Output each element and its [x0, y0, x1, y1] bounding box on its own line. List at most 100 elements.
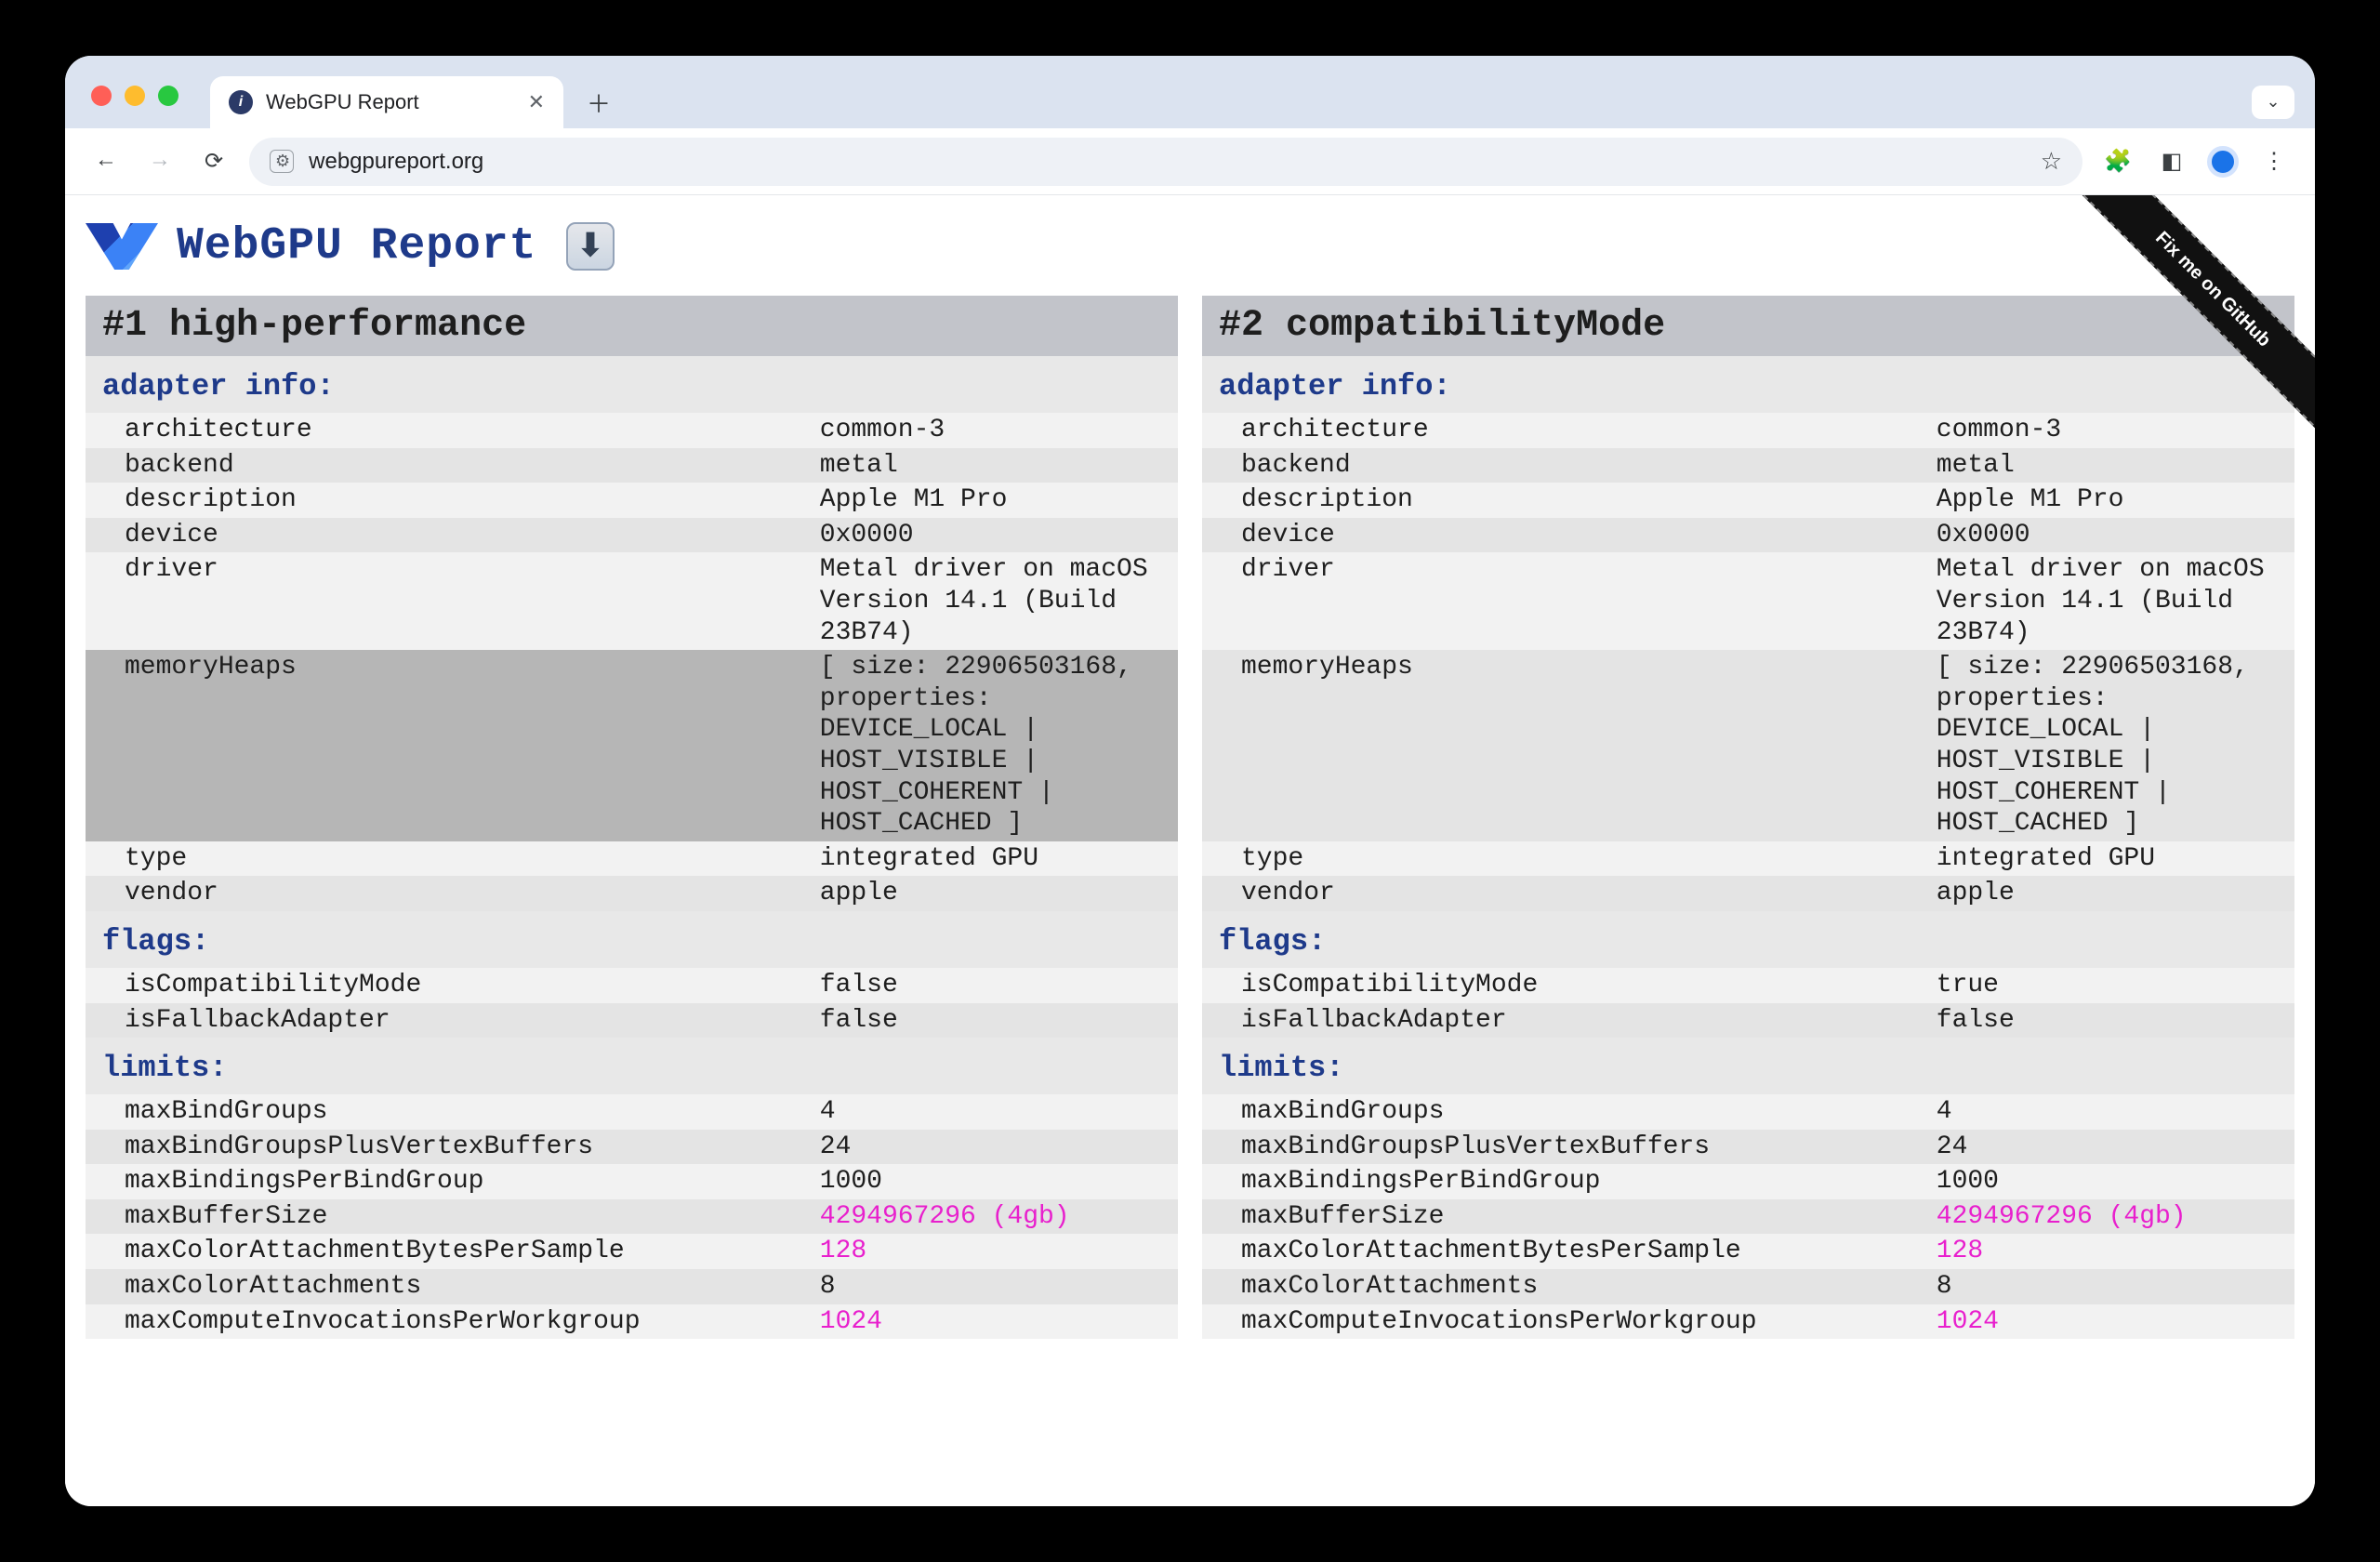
table-row: architecturecommon-3 — [1202, 413, 2294, 448]
section-heading: flags: — [86, 911, 1178, 968]
row-key: memoryHeaps — [125, 652, 820, 840]
section-heading: limits: — [1202, 1038, 2294, 1094]
table-row: maxBufferSize4294967296 (4gb) — [86, 1199, 1178, 1235]
row-value: [ size: 22906503168, properties: DEVICE_… — [1937, 652, 2294, 840]
table-row: driverMetal driver on macOS Version 14.1… — [1202, 552, 2294, 650]
row-value: metal — [820, 450, 1178, 482]
download-button[interactable]: ⬇ — [566, 222, 615, 271]
favicon-icon: i — [229, 90, 253, 114]
forward-button[interactable]: → — [141, 143, 178, 180]
table-row: typeintegrated GPU — [86, 841, 1178, 877]
reload-button[interactable]: ⟳ — [195, 143, 232, 180]
tab-overflow-button[interactable]: ⌄ — [2252, 86, 2294, 119]
row-value: 0x0000 — [820, 520, 1178, 551]
row-value: [ size: 22906503168, properties: DEVICE_… — [820, 652, 1178, 840]
row-value: 128 — [1937, 1236, 2294, 1267]
row-key: maxColorAttachments — [1241, 1271, 1937, 1303]
tab-title: WebGPU Report — [266, 90, 419, 114]
table-row: maxBufferSize4294967296 (4gb) — [1202, 1199, 2294, 1235]
row-key: maxColorAttachments — [125, 1271, 820, 1303]
row-value: false — [820, 970, 1178, 1001]
row-key: isCompatibilityMode — [125, 970, 820, 1001]
table-row: memoryHeaps[ size: 22906503168, properti… — [86, 650, 1178, 841]
table-row: maxBindGroupsPlusVertexBuffers24 — [86, 1130, 1178, 1165]
new-tab-button[interactable]: ＋ — [578, 82, 619, 123]
row-key: device — [1241, 520, 1937, 551]
address-bar[interactable]: ⚙ webgpureport.org ☆ — [249, 138, 2082, 186]
bookmark-icon[interactable]: ☆ — [2041, 147, 2062, 176]
table-row: isFallbackAdapterfalse — [1202, 1003, 2294, 1039]
page-title: WebGPU Report ⬇ — [86, 221, 2294, 271]
table-row: maxBindGroupsPlusVertexBuffers24 — [1202, 1130, 2294, 1165]
row-value: 1000 — [820, 1166, 1178, 1198]
row-value: true — [1937, 970, 2294, 1001]
table-row: maxBindingsPerBindGroup1000 — [86, 1164, 1178, 1199]
side-panel-icon[interactable]: ◧ — [2153, 143, 2190, 180]
window-controls — [91, 86, 178, 106]
row-value: common-3 — [820, 415, 1178, 446]
row-key: maxBindingsPerBindGroup — [125, 1166, 820, 1198]
table-row: driverMetal driver on macOS Version 14.1… — [86, 552, 1178, 650]
table-row: maxBindingsPerBindGroup1000 — [1202, 1164, 2294, 1199]
row-value: 24 — [1937, 1132, 2294, 1163]
row-value: 8 — [820, 1271, 1178, 1303]
close-tab-button[interactable]: ✕ — [528, 90, 545, 114]
row-key: isCompatibilityMode — [1241, 970, 1937, 1001]
close-window-button[interactable] — [91, 86, 112, 106]
row-key: maxBindGroupsPlusVertexBuffers — [1241, 1132, 1937, 1163]
row-key: type — [1241, 843, 1937, 875]
row-key: maxBufferSize — [125, 1201, 820, 1233]
row-key: architecture — [125, 415, 820, 446]
row-key: architecture — [1241, 415, 1937, 446]
row-key: description — [1241, 484, 1937, 516]
table-row: vendorapple — [86, 876, 1178, 911]
row-key: maxBindGroups — [1241, 1096, 1937, 1128]
row-key: backend — [1241, 450, 1937, 482]
adapter-column: #1 high-performanceadapter info:architec… — [86, 296, 1178, 1339]
table-row: device0x0000 — [86, 518, 1178, 553]
table-row: maxBindGroups4 — [86, 1094, 1178, 1130]
section-heading: limits: — [86, 1038, 1178, 1094]
table-row: vendorapple — [1202, 876, 2294, 911]
row-value: apple — [1937, 878, 2294, 909]
row-value: metal — [1937, 450, 2294, 482]
table-row: device0x0000 — [1202, 518, 2294, 553]
table-row: maxColorAttachmentBytesPerSample128 — [86, 1234, 1178, 1269]
table-row: backendmetal — [1202, 448, 2294, 483]
extensions-icon[interactable]: 🧩 — [2099, 143, 2136, 180]
table-row: maxColorAttachmentBytesPerSample128 — [1202, 1234, 2294, 1269]
row-value: 0x0000 — [1937, 520, 2294, 551]
site-settings-icon[interactable]: ⚙ — [270, 150, 294, 173]
table-row: maxColorAttachments8 — [1202, 1269, 2294, 1304]
row-value: 4 — [1937, 1096, 2294, 1128]
row-value: 1000 — [1937, 1166, 2294, 1198]
row-key: maxComputeInvocationsPerWorkgroup — [125, 1306, 820, 1338]
row-key: maxBindGroupsPlusVertexBuffers — [125, 1132, 820, 1163]
row-value: false — [1937, 1005, 2294, 1037]
back-button[interactable]: ← — [87, 143, 125, 180]
table-row: backendmetal — [86, 448, 1178, 483]
row-value: 4294967296 (4gb) — [1937, 1201, 2294, 1233]
row-value: 1024 — [1937, 1306, 2294, 1338]
table-row: maxComputeInvocationsPerWorkgroup1024 — [1202, 1304, 2294, 1340]
tab-strip: i WebGPU Report ✕ ＋ ⌄ — [65, 56, 2315, 128]
row-value: 1024 — [820, 1306, 1178, 1338]
row-value: Apple M1 Pro — [1937, 484, 2294, 516]
download-icon: ⬇ — [577, 227, 605, 266]
table-row: typeintegrated GPU — [1202, 841, 2294, 877]
profile-avatar[interactable] — [2207, 146, 2239, 178]
toolbar: ← → ⟳ ⚙ webgpureport.org ☆ 🧩 ◧ ⋮ — [65, 128, 2315, 195]
row-value: 8 — [1937, 1271, 2294, 1303]
maximize-window-button[interactable] — [158, 86, 178, 106]
adapter-column: #2 compatibilityModeadapter info:archite… — [1202, 296, 2294, 1339]
kebab-menu-icon[interactable]: ⋮ — [2255, 143, 2293, 180]
minimize-window-button[interactable] — [125, 86, 145, 106]
row-key: vendor — [125, 878, 820, 909]
row-value: integrated GPU — [1937, 843, 2294, 875]
row-value: integrated GPU — [820, 843, 1178, 875]
browser-tab[interactable]: i WebGPU Report ✕ — [210, 76, 563, 128]
browser-window: i WebGPU Report ✕ ＋ ⌄ ← → ⟳ ⚙ webgpurepo… — [65, 56, 2315, 1506]
column-heading: #1 high-performance — [86, 296, 1178, 356]
row-key: memoryHeaps — [1241, 652, 1937, 840]
row-value: apple — [820, 878, 1178, 909]
